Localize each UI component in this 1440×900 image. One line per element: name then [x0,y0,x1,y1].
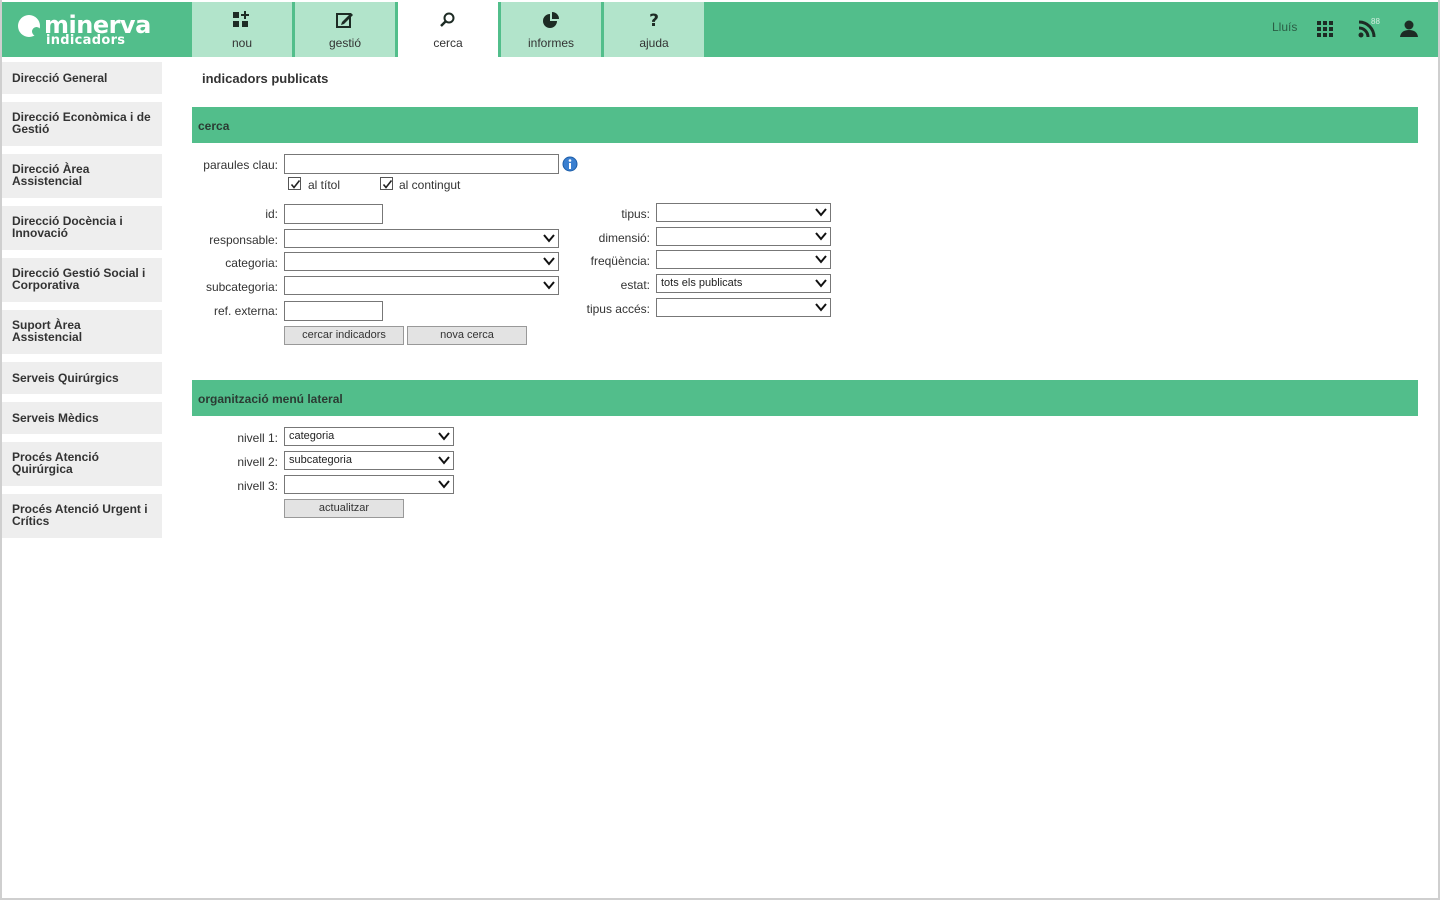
tipus-acces-select[interactable] [656,298,831,317]
new-search-button[interactable]: nova cerca [407,326,527,345]
chevron-down-icon [438,480,450,489]
app-logo[interactable]: minerva indicadors [16,11,196,51]
in-content-label: al contingut [399,178,461,192]
frequencia-select[interactable] [656,250,831,269]
ref-externa-input[interactable] [284,301,383,321]
rss-count-badge: 88 [1371,17,1380,26]
tab-informes[interactable]: informes [501,2,601,57]
tab-label: ajuda [639,36,669,50]
chevron-down-icon [815,279,827,288]
estat-select[interactable]: tots els publicats [656,274,831,293]
in-content-checkbox[interactable] [380,177,393,190]
in-title-checkbox[interactable] [288,177,301,190]
new-icon [233,11,249,27]
categoria-select[interactable] [284,252,559,271]
sidebar-item-serveis-medics[interactable]: Serveis Mèdics [2,402,162,434]
chevron-down-icon [815,232,827,241]
help-icon: ? [649,11,659,29]
level3-select[interactable] [284,475,454,494]
ref-externa-label: ref. externa: [213,304,278,318]
user-icon[interactable] [1399,19,1419,39]
edit-icon [336,13,353,28]
chevron-down-icon [438,432,450,441]
sidebar-item-direccio-general[interactable]: Direcció General [2,62,162,94]
svg-text:?: ? [649,11,659,29]
responsable-label: responsable: [209,233,278,247]
tab-gestio[interactable]: gestió [295,2,395,57]
update-button[interactable]: actualitzar [284,499,404,518]
tab-label: gestió [328,36,362,50]
sidebar-item-suport-area[interactable]: Suport Àrea Assistencial [2,310,162,354]
tab-cerca[interactable]: cerca [398,2,498,57]
sidebar-item-direccio-gestio-social[interactable]: Direcció Gestió Social i Corporativa [2,258,162,302]
frequencia-label: freqüència: [590,254,650,268]
keywords-input[interactable] [284,154,559,174]
dimensio-label: dimensió: [598,231,650,245]
tipus-select[interactable] [656,203,831,222]
level3-label: nivell 3: [237,479,278,493]
categoria-label: categoria: [225,256,278,270]
page-title: indicadors publicats [202,71,329,86]
tab-nou[interactable]: nou [192,2,292,57]
id-input[interactable] [284,204,383,224]
level2-label: nivell 2: [237,455,278,469]
chevron-down-icon [815,255,827,264]
dimensio-select[interactable] [656,227,831,246]
chevron-down-icon [815,303,827,312]
tipus-label: tipus: [621,207,650,221]
info-icon[interactable] [562,156,578,172]
id-label: id: [265,207,278,221]
sidebar-item-direccio-docencia[interactable]: Direcció Docència i Innovació [2,206,162,250]
chevron-down-icon [543,257,555,266]
top-navbar: minerva indicadors nou gestió cerca info… [2,2,1438,57]
subcategoria-label: subcategoria: [205,280,278,294]
chevron-down-icon [438,456,450,465]
sidebar-item-direccio-area-assistencial[interactable]: Direcció Àrea Assistencial [2,154,162,198]
sidebar-item-serveis-quirurgics[interactable]: Serveis Quirúrgics [2,362,162,394]
search-icon [440,12,455,27]
in-title-label: al títol [308,178,341,192]
level1-label: nivell 1: [237,431,278,445]
estat-label: estat: [620,278,650,292]
tab-label: nou [231,36,253,50]
search-indicators-button[interactable]: cercar indicadors [284,326,404,345]
sidebar-item-proces-urgent[interactable]: Procés Atenció Urgent i Crítics [2,494,162,538]
level1-select[interactable]: categoria [284,427,454,446]
chevron-down-icon [543,281,555,290]
logo-mark-icon [18,15,41,37]
tipus-acces-label: tipus accés: [586,302,650,316]
tab-ajuda[interactable]: ? ajuda [604,2,704,57]
responsable-select[interactable] [284,229,559,248]
subcategoria-select[interactable] [284,276,559,295]
keywords-label: paraules clau: [203,158,278,172]
logo-subtitle: indicadors [46,33,126,48]
sidebar: Direcció General Direcció Econòmica i de… [2,62,162,546]
user-name[interactable]: Lluís [1272,20,1297,34]
sidebar-item-direccio-economica[interactable]: Direcció Econòmica i de Gestió [2,102,162,146]
pie-chart-icon [543,12,559,28]
tab-label: cerca [433,36,463,50]
apps-icon[interactable] [1315,19,1335,39]
chevron-down-icon [815,208,827,217]
search-section-header: cerca [192,107,1418,143]
menu-section-header: organització menú lateral [192,380,1418,416]
tab-label: informes [527,36,574,50]
chevron-down-icon [543,234,555,243]
level2-select[interactable]: subcategoria [284,451,454,470]
sidebar-item-proces-quirurgica[interactable]: Procés Atenció Quirúrgica [2,442,162,486]
